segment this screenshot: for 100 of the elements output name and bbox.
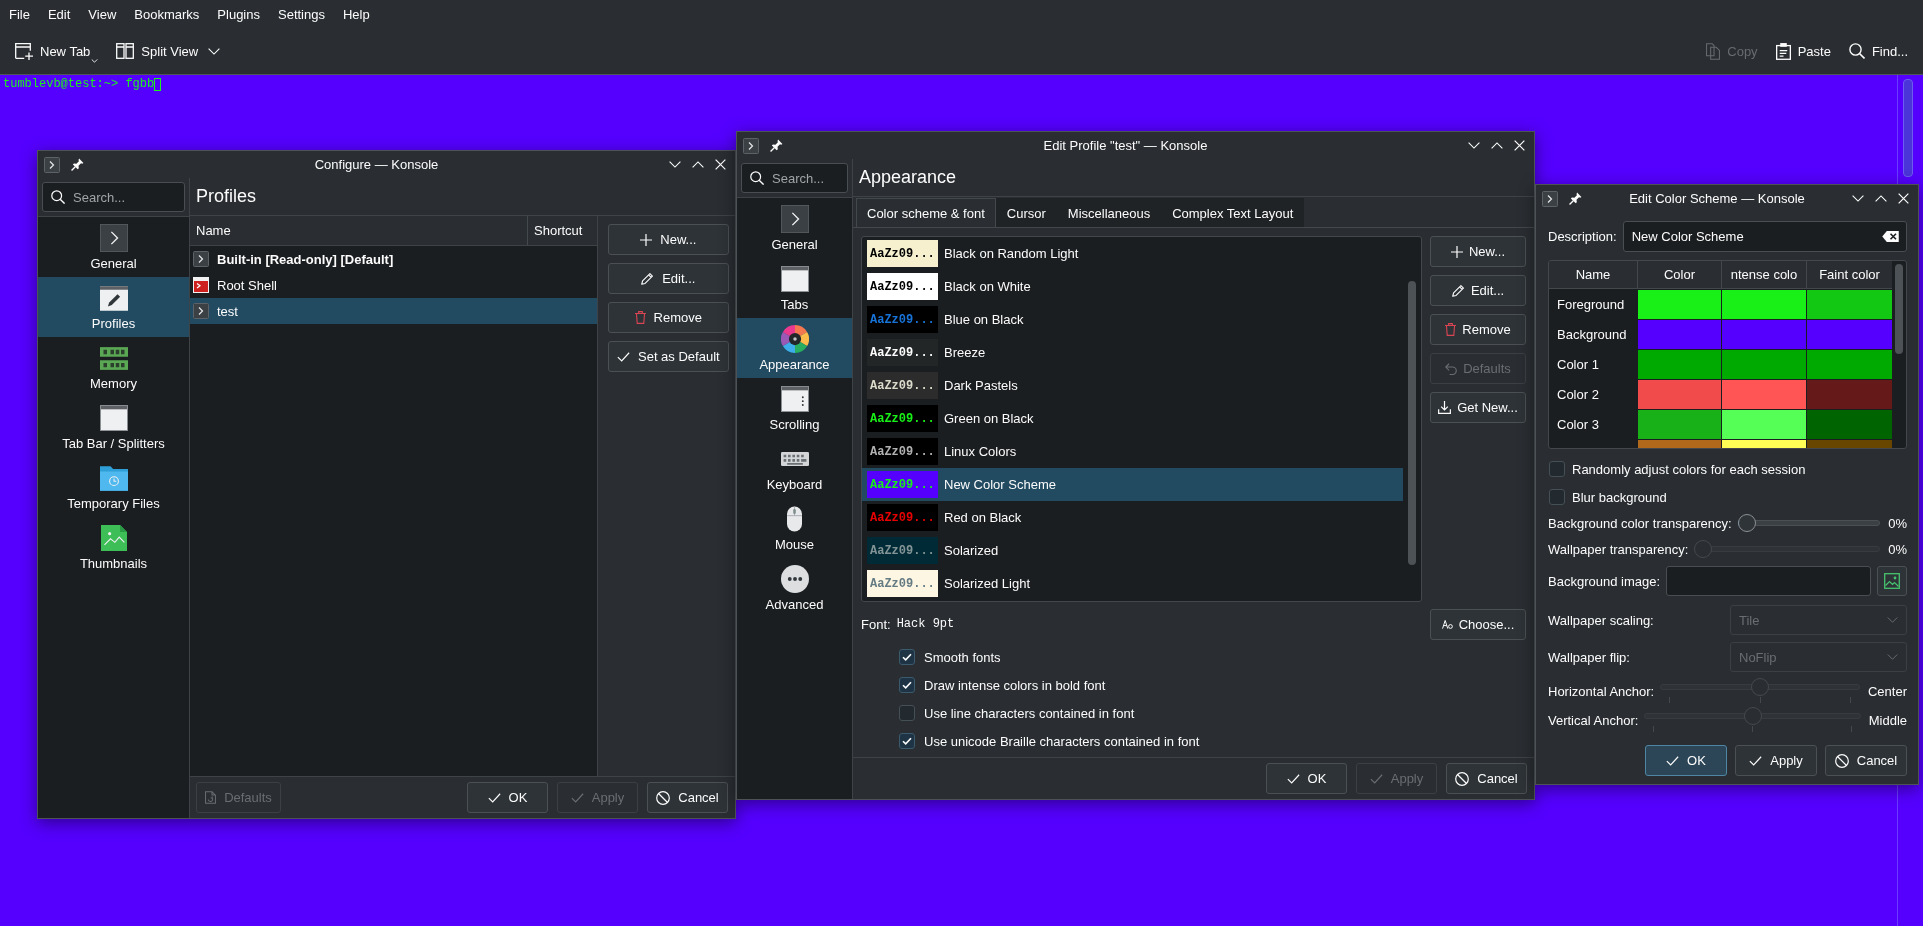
new-tab-button[interactable]: New Tab [8,34,106,68]
chevron-up-icon[interactable] [692,161,704,168]
checkbox[interactable] [899,705,915,721]
scrollbar-thumb[interactable] [1903,79,1913,177]
sidebar-item[interactable]: Profiles [38,277,189,337]
color-swatch[interactable] [1722,350,1806,379]
chevron-up-icon[interactable] [1875,195,1887,202]
browse-image-button[interactable] [1877,566,1907,596]
cancel-button[interactable]: Cancel [1446,763,1527,794]
color-scheme-row[interactable]: AaZz09... Black on White [862,270,1403,303]
choose-font-button[interactable]: Choose... [1430,608,1526,640]
close-icon[interactable] [715,159,726,170]
menu-item[interactable]: File [0,0,39,28]
profile-row[interactable]: test [190,298,597,324]
profile-row[interactable]: Root Shell [190,272,597,298]
color-swatch[interactable] [1722,320,1806,349]
menu-item[interactable]: Edit [38,0,80,28]
checkbox[interactable] [1549,461,1565,477]
close-icon[interactable] [1898,193,1909,204]
search-field[interactable]: Search... [741,163,848,193]
color-swatch[interactable] [1807,410,1892,439]
color-swatch[interactable] [1807,380,1892,409]
close-icon[interactable] [1514,140,1525,151]
sidebar-item[interactable]: Tab Bar / Splitters [38,397,189,457]
sidebar-item[interactable]: Appearance [737,318,852,378]
chevron-down-icon[interactable] [669,161,681,168]
sidebar-item[interactable]: Scrolling [737,378,852,438]
tab[interactable]: Complex Text Layout [1161,198,1305,227]
menu-item[interactable]: Plugins [208,0,269,28]
sidebar-item[interactable]: Mouse [737,498,852,558]
color-swatch[interactable] [1722,380,1806,409]
tab[interactable]: Miscellaneous [1056,198,1162,227]
color-swatch[interactable] [1807,440,1892,448]
edit-button[interactable]: Edit... [1430,275,1526,306]
color-scheme-row[interactable]: AaZz09... Solarized [862,534,1403,567]
get-new-button[interactable]: Get New... [1430,392,1526,423]
color-swatch[interactable] [1807,290,1892,319]
scrollbar-thumb[interactable] [1408,281,1416,565]
slider-thumb[interactable] [1737,514,1756,532]
ok-button[interactable]: OK [467,782,548,813]
new-button[interactable]: New... [608,224,729,255]
color-scheme-row[interactable]: AaZz09... Dark Pastels [862,369,1403,402]
tab[interactable]: Color scheme & font [856,198,996,227]
remove-button[interactable]: Remove [1430,314,1526,345]
cancel-button[interactable]: Cancel [647,782,728,813]
cancel-button[interactable]: Cancel [1825,745,1907,776]
slider-track[interactable] [1737,513,1881,533]
apply-button[interactable]: Apply [1735,745,1817,776]
checkbox-label[interactable]: Smooth fonts [924,649,1001,665]
pin-icon[interactable] [1569,192,1582,205]
image-path-field[interactable] [1666,566,1871,596]
color-swatch[interactable] [1638,380,1721,409]
find-button[interactable]: Find... [1841,34,1915,68]
chevron-up-icon[interactable] [1491,142,1503,149]
sidebar-item[interactable]: Tabs [737,258,852,318]
checkbox[interactable] [899,677,915,693]
menu-item[interactable]: Settings [269,0,334,28]
sidebar-item[interactable]: General [38,217,189,277]
column-header[interactable]: ntense colo [1722,261,1806,288]
sidebar-item[interactable]: General [737,198,852,258]
sidebar-item[interactable]: Keyboard [737,438,852,498]
color-swatch[interactable] [1722,290,1806,319]
color-scheme-row[interactable]: AaZz09... Solarized Light [862,567,1403,600]
color-scheme-row[interactable]: AaZz09... Black on Random Light [862,237,1403,270]
color-scheme-row[interactable]: AaZz09... Breeze [862,336,1403,369]
color-swatch[interactable] [1638,320,1721,349]
color-swatch[interactable] [1638,350,1721,379]
paste-button[interactable]: Paste [1768,34,1838,68]
search-field[interactable]: Search... [42,182,185,212]
checkbox-label[interactable]: Draw intense colors in bold font [924,677,1106,693]
color-swatch[interactable] [1638,440,1721,448]
column-header[interactable]: Shortcut [528,216,597,245]
menu-item[interactable]: Bookmarks [125,0,209,28]
color-swatch[interactable] [1722,410,1806,439]
description-field[interactable]: New Color Scheme [1622,221,1907,252]
sidebar-item[interactable]: Temporary Files [38,457,189,517]
checkbox-label[interactable]: Use line characters contained in font [924,705,1135,721]
ok-button[interactable]: OK [1266,763,1347,794]
sidebar-item[interactable]: Thumbnails [38,517,189,577]
new-button[interactable]: New... [1430,236,1526,267]
checkbox-label[interactable]: Use unicode Braille characters contained in font [924,733,1200,749]
color-swatch[interactable] [1807,320,1892,349]
pin-icon[interactable] [71,158,84,171]
color-scheme-row[interactable]: AaZz09... Red on Black [862,501,1403,534]
tab[interactable]: Cursor [995,198,1057,227]
remove-button[interactable]: Remove [608,302,729,333]
pin-icon[interactable] [770,139,783,152]
sidebar-item[interactable]: Advanced [737,558,852,618]
color-swatch[interactable] [1638,290,1721,319]
color-scheme-row[interactable]: AaZz09... New Color Scheme [862,468,1403,501]
edit-button[interactable]: Edit... [608,263,729,294]
split-view-button[interactable]: Split View [109,34,228,68]
menu-item[interactable]: Help [333,0,379,28]
set-default-button[interactable]: Set as Default [608,341,729,372]
color-swatch[interactable] [1638,410,1721,439]
clear-icon[interactable] [1882,231,1899,242]
color-swatch[interactable] [1807,350,1892,379]
checkbox[interactable] [1549,489,1565,505]
column-header[interactable]: Name [190,216,528,245]
checkbox-label[interactable]: Randomly adjust colors for each session [1572,461,1806,477]
